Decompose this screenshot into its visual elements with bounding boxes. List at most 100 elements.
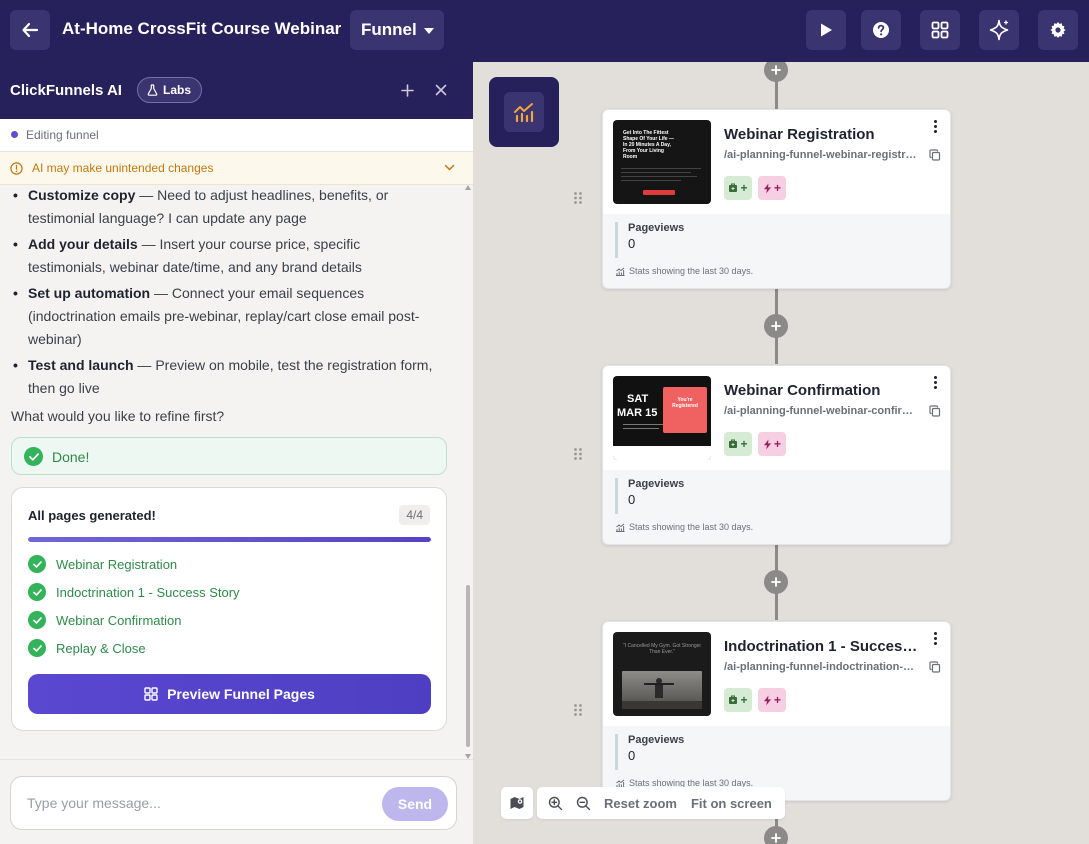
thumbnail-badge-text: You're Registered	[672, 397, 698, 409]
help-button[interactable]	[861, 10, 901, 50]
add-step-button[interactable]	[764, 826, 788, 844]
flask-icon	[147, 84, 158, 96]
send-button[interactable]: Send	[382, 787, 448, 821]
analytics-button[interactable]	[489, 77, 559, 147]
analytics-inner	[504, 92, 544, 132]
copy-icon[interactable]	[929, 405, 941, 417]
zoom-out-button[interactable]	[571, 791, 595, 815]
chat-thread: Customize copy — Need to adjust headline…	[0, 185, 463, 759]
funnel-step-card[interactable]: "I Cancelled My Gym. Got Stronger Than E…	[602, 621, 951, 801]
done-label: Done!	[52, 449, 90, 465]
ai-assistant-button[interactable]	[979, 10, 1019, 50]
pages-count-badge: 4/4	[399, 505, 430, 525]
pages-generated-card: All pages generated! 4/4 Webinar Registr…	[11, 487, 447, 731]
page-thumbnail[interactable]: SAT MAR 15 You're Registered	[613, 376, 711, 460]
thumbnail-photo	[622, 671, 702, 709]
generated-page-item: Replay & Close	[28, 638, 146, 658]
preview-play-button[interactable]	[806, 10, 846, 50]
add-automation-chip[interactable]: +	[758, 432, 786, 456]
thumbnail-line	[621, 180, 681, 181]
editing-status-row: Editing funnel	[0, 119, 473, 152]
new-chat-button[interactable]	[397, 80, 417, 100]
chevron-down-icon[interactable]	[444, 164, 455, 172]
add-product-chip[interactable]: +	[724, 688, 752, 712]
step-menu-button[interactable]	[929, 120, 941, 136]
step-menu-button[interactable]	[929, 632, 941, 648]
check-circle-icon	[28, 555, 46, 573]
grid-icon	[144, 687, 158, 701]
ai-warning-text: AI may make unintended changes	[32, 161, 214, 175]
funnel-step-card[interactable]: SAT MAR 15 You're Registered Webinar Con…	[602, 365, 951, 545]
minimap-toggle-button[interactable]	[501, 787, 533, 819]
ai-panel-title: ClickFunnels AI	[10, 82, 122, 99]
editing-status-text: Editing funnel	[26, 128, 99, 142]
thumbnail-cta	[643, 190, 675, 195]
drag-handle-icon[interactable]	[573, 447, 583, 461]
product-icon	[729, 439, 738, 448]
scrollbar-thumb[interactable]	[466, 585, 470, 747]
thumbnail-line	[621, 176, 697, 177]
add-product-chip[interactable]: +	[724, 432, 752, 456]
funnel-step-card[interactable]: Get Into The Fittest Shape Of Your Life …	[602, 109, 951, 289]
check-circle-icon	[28, 583, 46, 601]
ai-question: What would you like to refine first?	[11, 408, 225, 424]
add-step-button[interactable]	[764, 570, 788, 594]
step-name[interactable]: Webinar Confirmation	[724, 382, 924, 399]
thumbnail-quote: "I Cancelled My Gym. Got Stronger Than E…	[622, 643, 702, 655]
close-panel-button[interactable]	[431, 80, 451, 100]
play-icon	[821, 23, 832, 37]
preview-funnel-pages-button[interactable]: Preview Funnel Pages	[28, 674, 431, 714]
page-thumbnail[interactable]: Get Into The Fittest Shape Of Your Life …	[613, 120, 711, 204]
bullet-heading: Set up automation	[28, 285, 151, 301]
zoom-out-icon	[576, 796, 590, 810]
step-name[interactable]: Indoctrination 1 - Success Story	[724, 638, 924, 655]
check-circle-icon	[28, 639, 46, 657]
pageviews-value: 0	[628, 748, 636, 763]
add-automation-chip[interactable]: +	[758, 688, 786, 712]
fit-on-screen-button[interactable]: Fit on screen	[686, 796, 777, 811]
chat-scrollbar[interactable]	[464, 185, 472, 759]
zoom-in-button[interactable]	[543, 791, 567, 815]
add-product-chip[interactable]: +	[724, 176, 752, 200]
funnel-dropdown-label: Funnel	[361, 20, 417, 39]
funnel-canvas[interactable]: Get Into The Fittest Shape Of Your Life …	[473, 62, 1089, 844]
add-step-button[interactable]	[764, 314, 788, 338]
done-status-box: Done!	[11, 437, 447, 475]
bullet-heading: Add your details	[28, 236, 138, 252]
pageviews-label: Pageviews	[628, 222, 685, 234]
generated-page-label: Replay & Close	[56, 640, 146, 656]
drag-handle-icon[interactable]	[573, 703, 583, 717]
bullet-item: Set up automation — Connect your email s…	[11, 282, 441, 351]
reset-zoom-button[interactable]: Reset zoom	[599, 796, 682, 811]
help-icon	[873, 22, 889, 38]
ai-warning-banner[interactable]: AI may make unintended changes	[0, 152, 473, 185]
page-thumbnail[interactable]: "I Cancelled My Gym. Got Stronger Than E…	[613, 632, 711, 716]
bullet-item: Add your details — Insert your course pr…	[11, 233, 441, 279]
product-icon	[729, 183, 738, 192]
ai-sparkle-icon	[989, 19, 1009, 41]
copy-icon[interactable]	[929, 149, 941, 161]
stats-accent-bar	[615, 222, 618, 258]
top-bar: At-Home CrossFit Course Webinar Funnel	[0, 0, 1089, 62]
thumbnail-day: SAT	[627, 393, 649, 405]
pageviews-value: 0	[628, 492, 636, 507]
funnel-dropdown[interactable]: Funnel	[350, 10, 444, 50]
back-button[interactable]	[10, 10, 50, 50]
pages-card-title: All pages generated!	[28, 508, 156, 523]
analytics-chart-icon	[514, 103, 534, 123]
step-name[interactable]: Webinar Registration	[724, 126, 924, 143]
step-menu-button[interactable]	[929, 376, 941, 392]
thumbnail-badge: You're Registered	[663, 387, 707, 433]
settings-button[interactable]	[1038, 10, 1078, 50]
step-path: /ai-planning-funnel-indoctrination-1-suc…	[724, 661, 920, 673]
apps-grid-button[interactable]	[920, 10, 960, 50]
message-composer: Send	[0, 759, 473, 844]
stats-chart-icon	[616, 523, 625, 532]
add-step-button[interactable]	[764, 62, 788, 82]
generated-page-label: Webinar Confirmation	[56, 612, 182, 628]
add-automation-chip[interactable]: +	[758, 176, 786, 200]
generated-page-label: Webinar Registration	[56, 556, 178, 572]
drag-handle-icon[interactable]	[573, 191, 583, 205]
scroll-up-arrow[interactable]	[465, 185, 471, 190]
copy-icon[interactable]	[929, 661, 941, 673]
